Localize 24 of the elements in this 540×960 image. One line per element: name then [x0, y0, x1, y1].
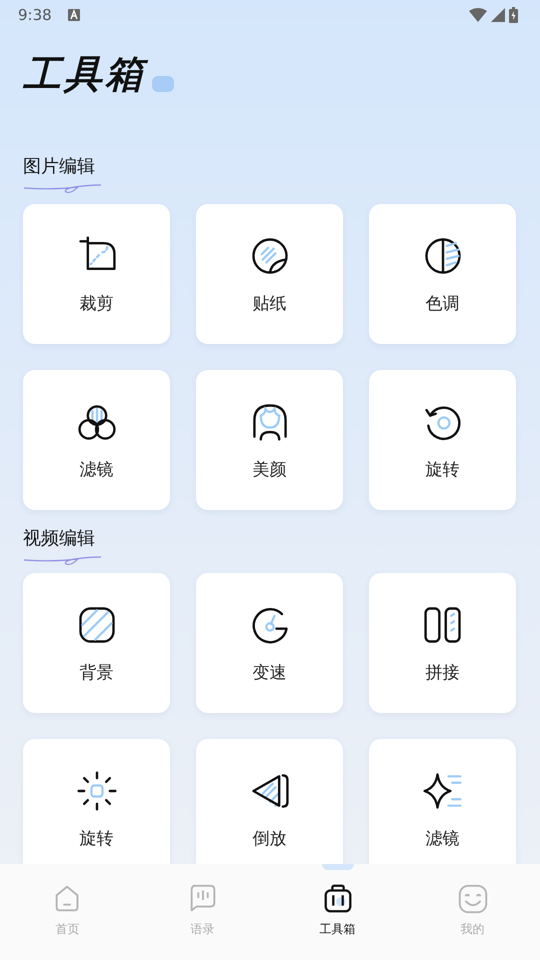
tool-card[interactable]: 倒放 [196, 739, 343, 864]
page-title: 工具箱 [23, 52, 152, 102]
status-time: 9:38 [18, 4, 52, 26]
keyboard-icon [68, 9, 80, 21]
section-title: 视频编辑 [23, 530, 95, 548]
sun-icon [74, 769, 118, 813]
tool-card[interactable]: 滤镜 [23, 370, 170, 510]
tool-card[interactable]: 裁剪 [23, 204, 170, 344]
tool-card[interactable]: 变速 [196, 573, 343, 713]
section-title: 图片编辑 [23, 158, 95, 176]
signal-icon [491, 8, 505, 22]
tool-card[interactable]: 滤镜 [369, 739, 516, 864]
tab-item[interactable]: 工具箱 [270, 864, 405, 960]
tool-card[interactable]: 旋转 [23, 739, 170, 864]
wifi-icon [469, 8, 487, 22]
tool-card[interactable]: 色调 [369, 204, 516, 344]
tool-card[interactable]: 旋转 [369, 370, 516, 510]
active-tab-indicator [322, 864, 354, 870]
title-highlight [152, 76, 174, 92]
battery-icon [509, 7, 518, 23]
tool-card[interactable]: 背景 [23, 573, 170, 713]
tool-card[interactable]: 贴纸 [196, 204, 343, 344]
tool-card[interactable]: 拼接 [369, 573, 516, 713]
tool-card[interactable]: 美颜 [196, 370, 343, 510]
